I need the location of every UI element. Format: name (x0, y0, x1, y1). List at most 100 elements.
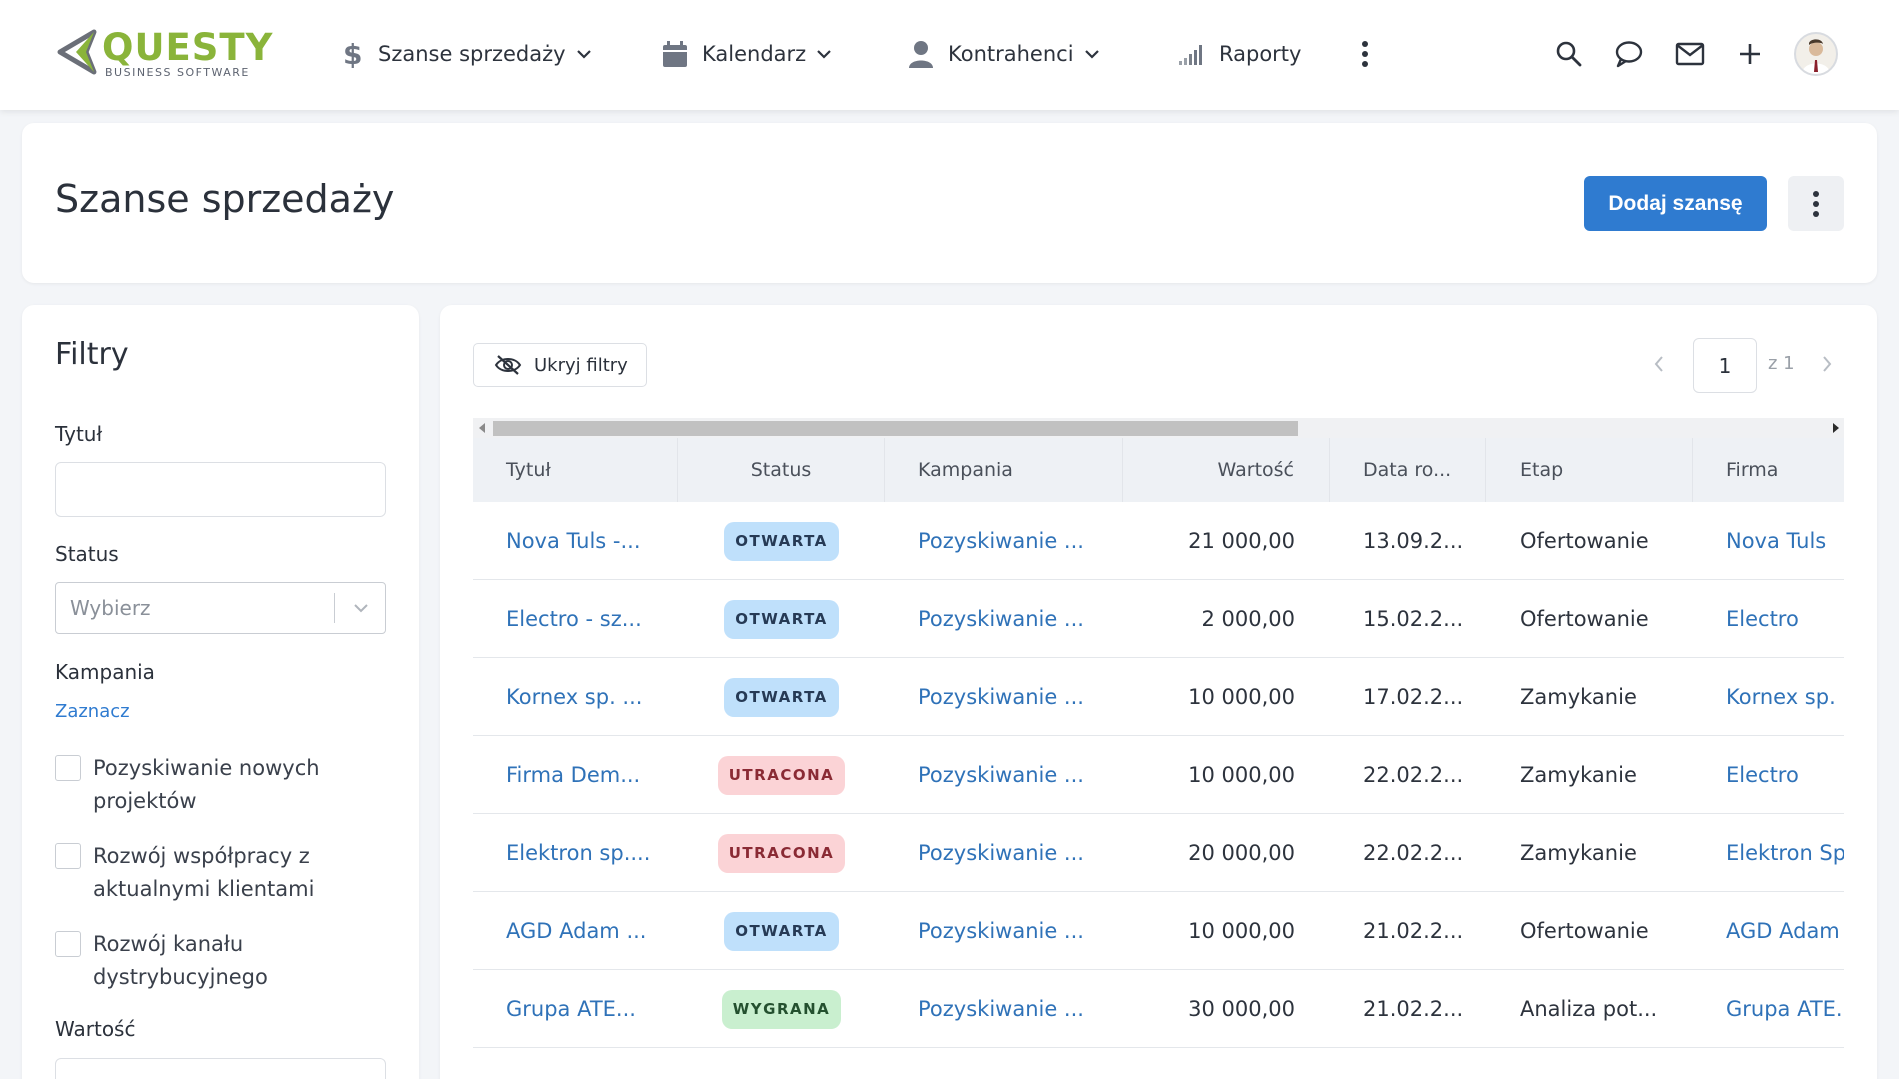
status-badge: WYGRANA (721, 989, 842, 1029)
page-number-input[interactable]: 1 (1693, 338, 1757, 393)
column-header-status[interactable]: Status (678, 438, 885, 502)
status-select-placeholder: Wybierz (70, 596, 151, 620)
page-title: Szanse sprzedaży (55, 177, 395, 221)
chevron-left-icon[interactable] (1647, 352, 1671, 376)
header-more-menu-icon[interactable] (1788, 176, 1844, 231)
row-value: 2 000,00 (1201, 607, 1295, 631)
status-filter-select[interactable]: Wybierz (55, 582, 386, 634)
column-header-value[interactable]: Wartość (1123, 438, 1330, 502)
chat-icon[interactable] (1613, 38, 1645, 70)
campaign-checkbox[interactable] (55, 843, 81, 869)
table-row[interactable]: Firma Dem... UTRACONA Pozyskiwanie ... 10 0… (473, 736, 1844, 814)
row-company-link[interactable]: Electro (1726, 580, 1844, 658)
row-company-link[interactable]: AGD Adam (1726, 892, 1844, 970)
campaign-option[interactable]: Rozwój współpracy z aktualnymi klientami (55, 840, 395, 906)
row-date: 21.02.2... (1363, 997, 1464, 1021)
row-title-link[interactable]: Grupa ATE... (506, 970, 666, 1048)
campaign-option-label: Rozwój kanału dystrybucyjnego (93, 932, 268, 989)
row-stage: Zamykanie (1520, 763, 1637, 787)
row-title-link[interactable]: Kornex sp. ... (506, 658, 666, 736)
row-campaign-link[interactable]: Pozyskiwanie ... (918, 892, 1118, 970)
nav-more-menu-icon[interactable] (1355, 36, 1375, 72)
row-title-link[interactable]: Elektron sp.... (506, 814, 666, 892)
add-opportunity-button[interactable]: Dodaj szansę (1584, 176, 1767, 231)
row-company-link[interactable]: Nova Tuls (1726, 502, 1844, 580)
column-header-stage[interactable]: Etap (1486, 438, 1693, 502)
row-campaign-link[interactable]: Pozyskiwanie ... (918, 814, 1118, 892)
row-company-link[interactable]: Grupa ATE. (1726, 970, 1844, 1048)
row-title-link[interactable]: AGD Adam ... (506, 892, 666, 970)
chevron-down-icon (816, 49, 832, 59)
nav-item-opportunities[interactable]: $ Szanse sprzedaży (336, 36, 592, 72)
nav-item-contractors[interactable]: Kontrahenci (906, 36, 1100, 72)
hide-filters-button[interactable]: Ukryj filtry (473, 343, 647, 387)
row-campaign-link[interactable]: Pozyskiwanie ... (918, 970, 1118, 1048)
row-company-link[interactable]: Kornex sp. (1726, 658, 1844, 736)
table-row[interactable]: Electro - sz... OTWARTA Pozyskiwanie ... 2 … (473, 580, 1844, 658)
nav-item-label: Szanse sprzedaży (378, 42, 566, 66)
column-header-title[interactable]: Tytuł (473, 438, 678, 502)
user-icon (906, 39, 936, 69)
row-status-cell: UTRACONA (678, 814, 885, 892)
scrollbar-thumb[interactable] (493, 421, 1298, 436)
table-row[interactable]: Nova Tuls -... OTWARTA Pozyskiwanie ... 21 … (473, 502, 1844, 580)
row-date: 15.02.2... (1363, 607, 1464, 631)
nav-item-calendar[interactable]: Kalendarz (660, 36, 832, 72)
row-date: 13.09.2... (1363, 529, 1464, 553)
select-separator (334, 593, 335, 623)
campaign-option[interactable]: Rozwój kanału dystrybucyjnego (55, 928, 395, 994)
questy-logo[interactable]: QUESTY BUSINESS SOFTWARE (54, 28, 294, 82)
mail-icon[interactable] (1674, 38, 1706, 70)
row-value: 10 000,00 (1188, 685, 1295, 709)
row-value: 10 000,00 (1188, 919, 1295, 943)
row-stage: Ofertowanie (1520, 607, 1649, 631)
row-value: 30 000,00 (1188, 997, 1295, 1021)
status-badge: OTWARTA (724, 521, 839, 561)
row-title-link[interactable]: Nova Tuls -... (506, 502, 666, 580)
logo-wordmark: QUESTY (102, 26, 274, 69)
status-badge: OTWARTA (724, 599, 839, 639)
questy-logo-mark-icon (57, 29, 97, 75)
campaign-checkbox[interactable] (55, 755, 81, 781)
horizontal-scrollbar[interactable] (473, 418, 1844, 438)
row-title-link[interactable]: Firma Dem... (506, 736, 666, 814)
row-status-cell: OTWARTA (678, 580, 885, 658)
campaign-select-all-link[interactable]: Zaznacz (55, 701, 130, 722)
row-campaign-link[interactable]: Pozyskiwanie ... (918, 658, 1118, 736)
column-header-company[interactable]: Firma (1693, 438, 1844, 502)
campaign-filter-label: Kampania (55, 660, 155, 684)
scroll-right-arrow-icon[interactable] (1833, 423, 1839, 433)
chevron-right-icon[interactable] (1815, 352, 1839, 376)
nav-item-label: Raporty (1219, 42, 1302, 66)
column-header-date[interactable]: Data ro... (1330, 438, 1486, 502)
search-icon[interactable] (1553, 38, 1585, 70)
campaign-option[interactable]: Pozyskiwanie nowych projektów (55, 752, 395, 818)
status-badge: UTRACONA (717, 833, 846, 873)
table-row[interactable]: Kornex sp. ... OTWARTA Pozyskiwanie ... 10 … (473, 658, 1844, 736)
row-campaign-link[interactable]: Pozyskiwanie ... (918, 502, 1118, 580)
title-filter-input[interactable] (55, 462, 386, 517)
row-date: 21.02.2... (1363, 919, 1464, 943)
chevron-down-icon (1084, 49, 1100, 59)
row-company-link[interactable]: Electro (1726, 736, 1844, 814)
row-status-cell: UTRACONA (678, 736, 885, 814)
top-navbar: QUESTY BUSINESS SOFTWARE $ Szanse sprzed… (0, 0, 1899, 110)
nav-item-label: Kalendarz (702, 42, 807, 66)
nav-item-reports[interactable]: Raporty (1177, 36, 1301, 72)
row-status-cell: OTWARTA (678, 658, 885, 736)
column-header-campaign[interactable]: Kampania (885, 438, 1123, 502)
row-company-link[interactable]: Elektron Sp (1726, 814, 1844, 892)
opportunities-table-card: Ukryj filtry 1 z 1 Tytuł Status Kampania… (440, 305, 1877, 1079)
table-row[interactable]: Elektron sp.... UTRACONA Pozyskiwanie ... 2… (473, 814, 1844, 892)
scroll-left-arrow-icon[interactable] (479, 423, 485, 433)
table-row[interactable]: Grupa ATE... WYGRANA Pozyskiwanie ... 30 00… (473, 970, 1844, 1048)
table-row[interactable]: AGD Adam ... OTWARTA Pozyskiwanie ... 10 00… (473, 892, 1844, 970)
row-stage: Zamykanie (1520, 841, 1637, 865)
row-campaign-link[interactable]: Pozyskiwanie ... (918, 736, 1118, 814)
row-title-link[interactable]: Electro - sz... (506, 580, 666, 658)
plus-icon[interactable] (1734, 38, 1766, 70)
value-filter-input[interactable] (55, 1058, 386, 1079)
row-campaign-link[interactable]: Pozyskiwanie ... (918, 580, 1118, 658)
campaign-checkbox[interactable] (55, 931, 81, 957)
avatar[interactable] (1794, 32, 1838, 76)
